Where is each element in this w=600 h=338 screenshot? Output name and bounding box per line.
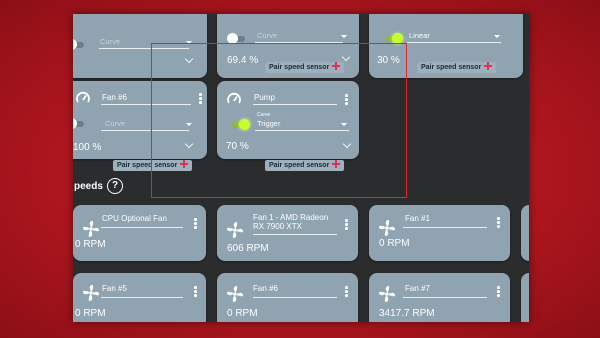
gauge-icon (76, 91, 90, 103)
dropdown-arrow-icon[interactable] (341, 35, 347, 38)
auto-toggle[interactable] (73, 39, 84, 50)
fan-rpm: 3417.7 RPM (379, 308, 435, 319)
fan-icon (82, 220, 100, 238)
fan-card[interactable]: CPU Optional Fan 0 RPM (73, 205, 206, 261)
fan-name[interactable]: Fan #1 (405, 214, 430, 223)
section-title: peeds (74, 181, 103, 192)
more-options-icon[interactable] (194, 286, 198, 299)
fan-card[interactable]: Fan #7 3417.7 RPM (369, 273, 510, 322)
fan-card[interactable]: Fan #1 0 RPM (369, 205, 510, 261)
fan-icon (378, 285, 396, 303)
fan-card[interactable]: Fan #5 0 RPM (73, 273, 206, 322)
fan-icon (82, 284, 100, 302)
speed-percent: 100 % (73, 142, 102, 153)
highlight-box (151, 43, 407, 198)
mode-select-value[interactable]: Linear (409, 31, 430, 40)
fan-rpm: 0 RPM (75, 308, 106, 319)
fan-name[interactable]: Fan #7 (405, 284, 430, 293)
fan-card[interactable]: Fan 1 - AMD Radeon RX 7900 XTX 606 RPM (217, 205, 358, 261)
help-icon[interactable]: ? (107, 178, 123, 194)
fan-icon (226, 285, 244, 303)
more-options-icon[interactable] (497, 286, 501, 299)
fan-name[interactable]: CPU Optional Fan (102, 214, 167, 223)
more-options-icon[interactable] (194, 218, 198, 231)
control-name[interactable]: Fan #6 (102, 93, 127, 102)
auto-toggle[interactable] (73, 118, 84, 129)
fan-card[interactable]: Fan #6 0 RPM (217, 273, 358, 322)
add-icon (484, 62, 493, 70)
mode-select-value[interactable]: Curve (105, 119, 125, 128)
fan-rpm: 0 RPM (227, 308, 258, 319)
mode-select-value[interactable]: Curve (100, 37, 120, 46)
fan-rpm: 0 RPM (379, 238, 410, 249)
fan-name[interactable]: Fan #5 (102, 284, 127, 293)
more-options-icon[interactable] (345, 219, 349, 232)
mode-select-value[interactable]: Curve (257, 31, 277, 40)
more-options-icon[interactable] (497, 217, 501, 230)
dropdown-arrow-icon[interactable] (494, 35, 500, 38)
fan-name[interactable]: Fan 1 - AMD Radeon RX 7900 XTX (253, 213, 341, 231)
fan-card-partial[interactable] (521, 273, 529, 322)
fan-card-partial[interactable] (521, 205, 529, 261)
auto-toggle[interactable] (386, 33, 403, 44)
more-options-icon[interactable] (345, 286, 349, 299)
fan-name[interactable]: Fan #6 (253, 284, 278, 293)
fan-icon (378, 219, 396, 237)
pair-speed-sensor-button[interactable]: Pair speed sensor (417, 62, 497, 73)
fan-rpm: 0 RPM (75, 239, 106, 250)
fan-icon (226, 221, 244, 239)
auto-toggle[interactable] (227, 33, 245, 44)
fan-rpm: 606 RPM (227, 243, 269, 254)
